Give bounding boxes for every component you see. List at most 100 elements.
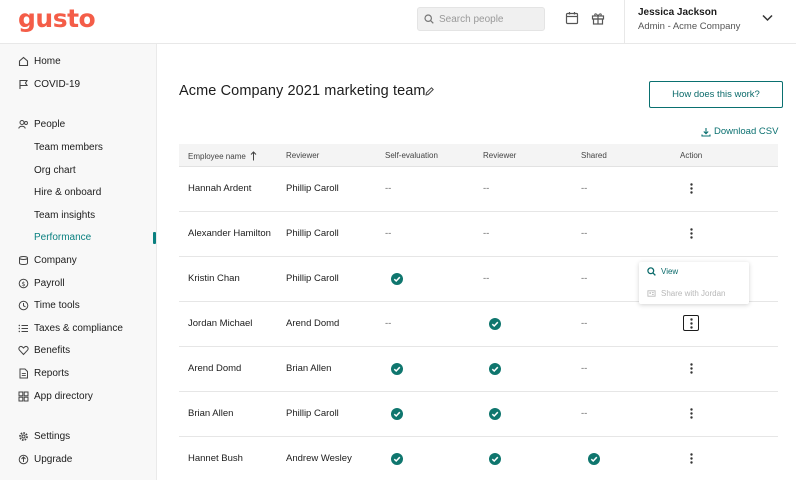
reviewer-cell: Arend Domd xyxy=(286,318,340,329)
user-divider xyxy=(624,0,625,44)
table-row: Alexander Hamilton Phillip Caroll -- -- -- xyxy=(179,212,778,257)
employee-name-cell: Arend Domd xyxy=(188,363,242,374)
chevron-down-icon[interactable] xyxy=(762,14,773,22)
view-menu-item[interactable]: View xyxy=(647,267,678,276)
nav-label: Benefits xyxy=(34,344,71,356)
employee-name-cell: Jordan Michael xyxy=(188,318,253,329)
nav-label: People xyxy=(34,118,66,130)
nav-settings[interactable]: Settings xyxy=(18,427,70,445)
nav-label: Settings xyxy=(34,430,71,442)
nav-hire-onboard[interactable]: Hire & onboard xyxy=(34,183,101,201)
gusto-logo[interactable]: gusto xyxy=(18,4,96,33)
reviewer-status-check-icon xyxy=(489,318,501,330)
nav-label: Reports xyxy=(34,367,70,379)
row-actions-menu-button[interactable] xyxy=(683,450,699,466)
self-evaluation-check-icon xyxy=(391,408,403,420)
nav-home[interactable]: Home xyxy=(18,52,61,70)
more-vertical-icon xyxy=(689,452,693,464)
self-evaluation-check-icon xyxy=(391,363,403,375)
reviewer-status-cell: -- xyxy=(483,183,490,194)
user-role[interactable]: Admin - Acme Company xyxy=(638,21,740,32)
download-icon xyxy=(701,127,711,137)
gift-icon[interactable] xyxy=(591,11,605,25)
top-bar: gusto Jessica Jackson Admin - Acme Compa… xyxy=(0,0,796,44)
row-actions-menu-button[interactable] xyxy=(683,405,699,421)
self-evaluation-check-icon xyxy=(391,453,403,465)
share-label: Share with Jordan xyxy=(661,289,726,298)
nav-label: Company xyxy=(34,254,77,266)
reviewer-cell: Phillip Caroll xyxy=(286,228,339,239)
pencil-icon[interactable] xyxy=(424,86,435,97)
upgrade-icon xyxy=(18,454,29,465)
search-box[interactable] xyxy=(417,7,545,31)
more-vertical-icon xyxy=(689,407,693,419)
table-row: Hannah Ardent Phillip Caroll -- -- -- xyxy=(179,167,778,212)
shared-cell: -- xyxy=(581,228,588,239)
nav-label: Upgrade xyxy=(34,453,73,465)
table-row: Jordan Michael Arend Domd -- -- xyxy=(179,302,778,347)
nav-benefits[interactable]: Benefits xyxy=(18,341,70,359)
download-csv-link[interactable]: Download CSV xyxy=(701,126,778,137)
nav-label: App directory xyxy=(34,390,93,402)
download-csv-label: Download CSV xyxy=(714,126,779,137)
nav-label: Time tools xyxy=(34,299,80,311)
nav-covid[interactable]: COVID-19 xyxy=(18,75,80,93)
nav-payroll[interactable]: $ Payroll xyxy=(18,274,65,292)
shared-cell: -- xyxy=(581,273,588,284)
people-icon xyxy=(18,119,29,130)
user-name[interactable]: Jessica Jackson xyxy=(638,7,717,18)
list-icon xyxy=(18,323,29,334)
heart-icon xyxy=(18,345,29,356)
clock-icon xyxy=(18,300,29,311)
apps-icon xyxy=(18,391,29,402)
home-icon xyxy=(18,56,29,67)
table-row: Hannet Bush Andrew Wesley xyxy=(179,437,778,480)
self-evaluation-check-icon xyxy=(391,273,403,285)
nav-people[interactable]: People xyxy=(18,115,65,133)
employee-name-cell: Hannet Bush xyxy=(188,453,243,464)
nav-time-tools[interactable]: Time tools xyxy=(18,296,80,314)
nav-upgrade[interactable]: Upgrade xyxy=(18,450,72,468)
self-evaluation-cell: -- xyxy=(385,183,392,194)
svg-text:$: $ xyxy=(21,280,25,288)
more-vertical-icon xyxy=(689,182,693,194)
nav-org-chart[interactable]: Org chart xyxy=(34,161,76,179)
table-header: Employee name Reviewer Self-evaluation R… xyxy=(179,144,778,167)
nav-team-insights[interactable]: Team insights xyxy=(34,206,95,224)
nav-performance[interactable]: Performance xyxy=(34,228,91,246)
search-input[interactable] xyxy=(439,13,539,25)
calendar-icon[interactable] xyxy=(565,11,579,25)
column-header-employee-name[interactable]: Employee name xyxy=(188,151,257,161)
flag-icon xyxy=(18,79,29,90)
nav-app-directory[interactable]: App directory xyxy=(18,387,93,405)
how-does-this-work-button[interactable]: How does this work? xyxy=(649,81,783,108)
row-actions-menu-button[interactable] xyxy=(683,315,699,331)
reviewer-status-cell: -- xyxy=(483,228,490,239)
page-title: Acme Company 2021 marketing team xyxy=(179,83,426,99)
reviewer-status-cell: -- xyxy=(483,273,490,284)
nav-company[interactable]: Company xyxy=(18,251,77,269)
row-actions-menu-button[interactable] xyxy=(683,360,699,376)
nav-label: Home xyxy=(34,55,61,67)
nav-taxes[interactable]: Taxes & compliance xyxy=(18,319,123,337)
shared-cell: -- xyxy=(581,318,588,329)
row-actions-menu-button[interactable] xyxy=(683,180,699,196)
shared-check-icon xyxy=(588,453,600,465)
reviewer-status-check-icon xyxy=(489,363,501,375)
row-actions-menu-button[interactable] xyxy=(683,225,699,241)
reviewer-status-check-icon xyxy=(489,408,501,420)
nav-team-members[interactable]: Team members xyxy=(34,138,103,156)
column-header-shared: Shared xyxy=(581,151,607,160)
reviewer-cell: Phillip Caroll xyxy=(286,408,339,419)
sort-ascending-icon[interactable] xyxy=(250,151,257,161)
nav-label: COVID-19 xyxy=(34,78,81,90)
nav-reports[interactable]: Reports xyxy=(18,364,69,382)
self-evaluation-cell: -- xyxy=(385,318,392,329)
employee-name-cell: Hannah Ardent xyxy=(188,183,252,194)
employee-name-cell: Kristin Chan xyxy=(188,273,240,284)
payroll-icon: $ xyxy=(18,278,29,289)
active-indicator xyxy=(153,232,156,244)
employee-name-cell: Alexander Hamilton xyxy=(188,228,271,239)
action-menu: View Share with Jordan xyxy=(639,262,749,304)
shared-cell: -- xyxy=(581,408,588,419)
